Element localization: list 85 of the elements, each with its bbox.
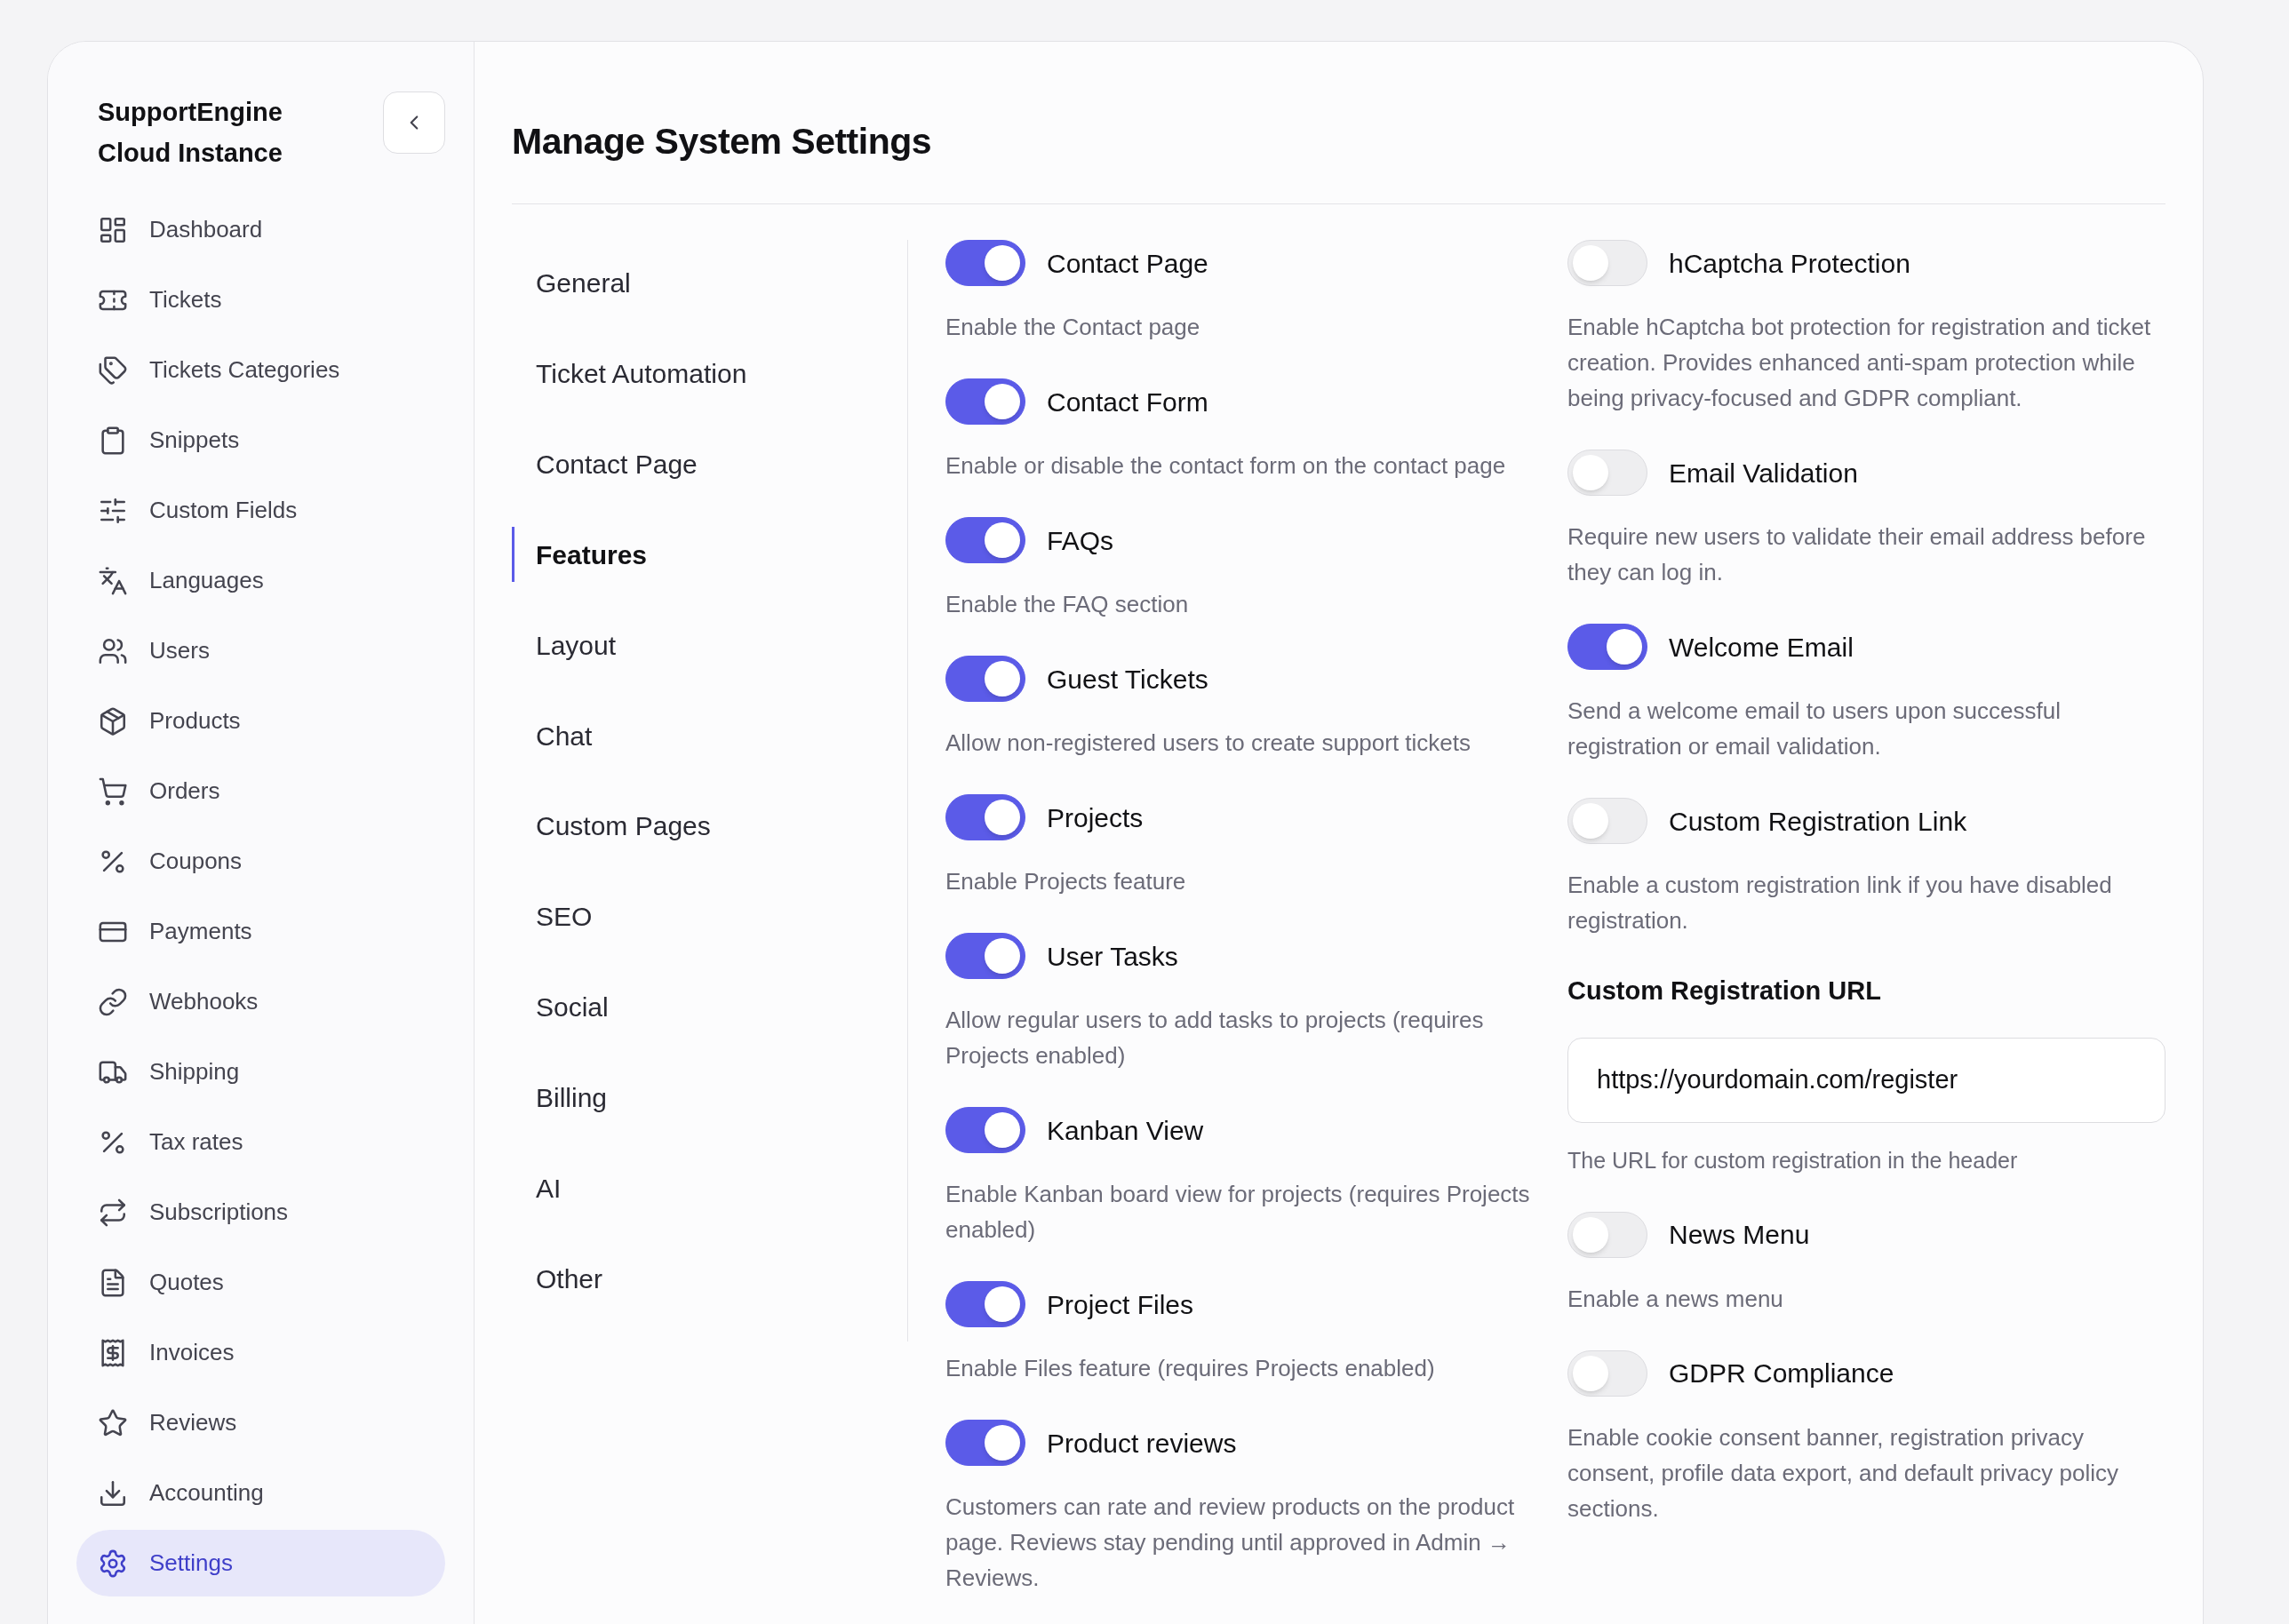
setting-label: Projects [1047, 801, 1144, 834]
toggle-switch[interactable] [1567, 624, 1647, 670]
setting-label: GDPR Compliance [1669, 1357, 1894, 1389]
toggle-switch[interactable] [945, 1107, 1025, 1153]
sidebar-item[interactable]: Users [76, 617, 445, 684]
section-tab[interactable]: Social [512, 979, 907, 1035]
sidebar-item[interactable]: Quotes [76, 1249, 445, 1316]
page-title: Manage System Settings [512, 120, 933, 163]
setting-description: Enable Files feature (requires Projects enabled) [945, 1354, 1436, 1383]
sidebar-item[interactable]: Payments [76, 898, 445, 965]
setting-label: hCaptcha Protection [1669, 247, 1910, 280]
sidebar-item[interactable]: Dashboard [76, 196, 445, 263]
setting-description: Enable the FAQ section [945, 590, 1190, 619]
setting-description: Enable or disable the contact form on the contact page [945, 451, 1507, 481]
sidebar-item[interactable]: Tickets [76, 267, 445, 333]
app-title: SupportEngine Cloud Instance [98, 97, 283, 169]
setting-label: User Tasks [1047, 940, 1178, 973]
setting-description: Allow regular users to add tasks to projects (requires Projects enabled) [945, 1006, 1485, 1071]
cart-icon [98, 776, 128, 807]
setting-label: News Menu [1669, 1219, 1810, 1251]
setting-description: Enable a custom registration link if you have disabled registration. [1567, 871, 2113, 935]
section-tab[interactable]: Contact Page [512, 436, 907, 492]
section-tab[interactable]: Features [512, 527, 907, 583]
section-tab[interactable]: Other [512, 1251, 907, 1306]
section-tab[interactable]: Ticket Automation [512, 346, 907, 402]
sidebar-item[interactable]: Webhooks [76, 968, 445, 1035]
section-tab[interactable]: Layout [512, 617, 907, 673]
setting-label: Email Validation [1669, 457, 1858, 490]
section-tab[interactable]: SEO [512, 888, 907, 944]
toggle-switch[interactable] [945, 378, 1025, 425]
setting-description: Enable Kanban board view for projects (requires Projects enabled) [945, 1180, 1531, 1245]
setting-label: Kanban View [1047, 1114, 1204, 1147]
field-help-text: The URL for custom registration in the header [1567, 1146, 2019, 1174]
toggle-switch[interactable] [945, 794, 1025, 840]
setting-label: Contact Form [1047, 386, 1208, 418]
sidebar-item[interactable]: Coupons [76, 828, 445, 895]
setting-description: Enable hCaptcha bot protection for registration and ticket creation. Provides enhanced anti-spam protection while being privacy-focused and GDPR compliant. [1567, 313, 2152, 413]
section-tab[interactable]: Custom Pages [512, 798, 907, 854]
setting-description: Enable a news menu [1567, 1284, 1784, 1314]
sidebar-item[interactable]: Accounting [76, 1460, 445, 1526]
setting-label: Guest Tickets [1047, 663, 1208, 696]
sidebar-item[interactable]: Subscriptions [76, 1179, 445, 1246]
sidebar-item[interactable]: Reviews [76, 1389, 445, 1456]
setting-label: FAQs [1047, 524, 1113, 557]
setting-description: Send a welcome email to users upon successful registration or email validation. [1567, 697, 2062, 761]
sidebar-item[interactable]: Products [76, 688, 445, 754]
sidebar-item[interactable]: Languages [76, 547, 445, 614]
sidebar-item[interactable]: Orders [76, 758, 445, 824]
sidebar-item[interactable]: Shipping [76, 1039, 445, 1105]
setting-description: Allow non-registered users to create support tickets [945, 728, 1472, 758]
tag-icon [98, 354, 128, 386]
repeat-icon [98, 1197, 128, 1228]
translate-icon [98, 565, 128, 596]
toggle-switch[interactable] [945, 517, 1025, 563]
link-icon [98, 986, 128, 1017]
sidebar-item[interactable]: Tax rates [76, 1109, 445, 1175]
sidebar-item[interactable]: Custom Fields [76, 477, 445, 544]
setting-label: Custom Registration Link [1669, 805, 1967, 838]
setting-label: Contact Page [1047, 247, 1208, 280]
setting-description: Require new users to validate their email address before they can log in. [1567, 522, 2147, 587]
sidebar-item[interactable]: Tickets Categories [76, 337, 445, 403]
section-tab[interactable]: Billing [512, 1070, 907, 1126]
toggle-switch[interactable] [945, 1420, 1025, 1466]
field-label: Custom Registration URL [1567, 975, 1882, 1007]
setting-description: Customers can rate and review products on the product page. Reviews stay pending until approved in Admin → Reviews. [945, 1493, 1516, 1593]
setting-label: Product reviews [1047, 1427, 1237, 1460]
box-icon [98, 705, 128, 736]
sidebar-item[interactable]: Settings [76, 1530, 445, 1596]
section-tab[interactable]: Chat [512, 708, 907, 763]
toggle-switch[interactable] [945, 1281, 1025, 1327]
toggle-switch[interactable] [945, 240, 1025, 286]
section-tab[interactable]: AI [512, 1160, 907, 1216]
sidebar-item[interactable]: Invoices [76, 1319, 445, 1386]
toggle-switch[interactable] [945, 656, 1025, 702]
star-icon [98, 1407, 128, 1438]
setting-label: Welcome Email [1669, 631, 1854, 664]
section-tab[interactable]: General [512, 256, 907, 311]
setting-description: Enable cookie consent banner, registration privacy consent, profile data export, and default privacy policy sections. [1567, 1422, 2120, 1524]
setting-label: Project Files [1047, 1288, 1194, 1321]
url-input-field[interactable]: https://yourdomain.com/register [1567, 1037, 2165, 1123]
settings-icon [98, 1548, 128, 1579]
toggle-switch[interactable] [945, 933, 1025, 979]
setting-description: Enable Projects feature [945, 867, 1187, 896]
setting-description: Enable the Contact page [945, 313, 1201, 342]
sidebar-item[interactable]: Snippets [76, 407, 445, 474]
